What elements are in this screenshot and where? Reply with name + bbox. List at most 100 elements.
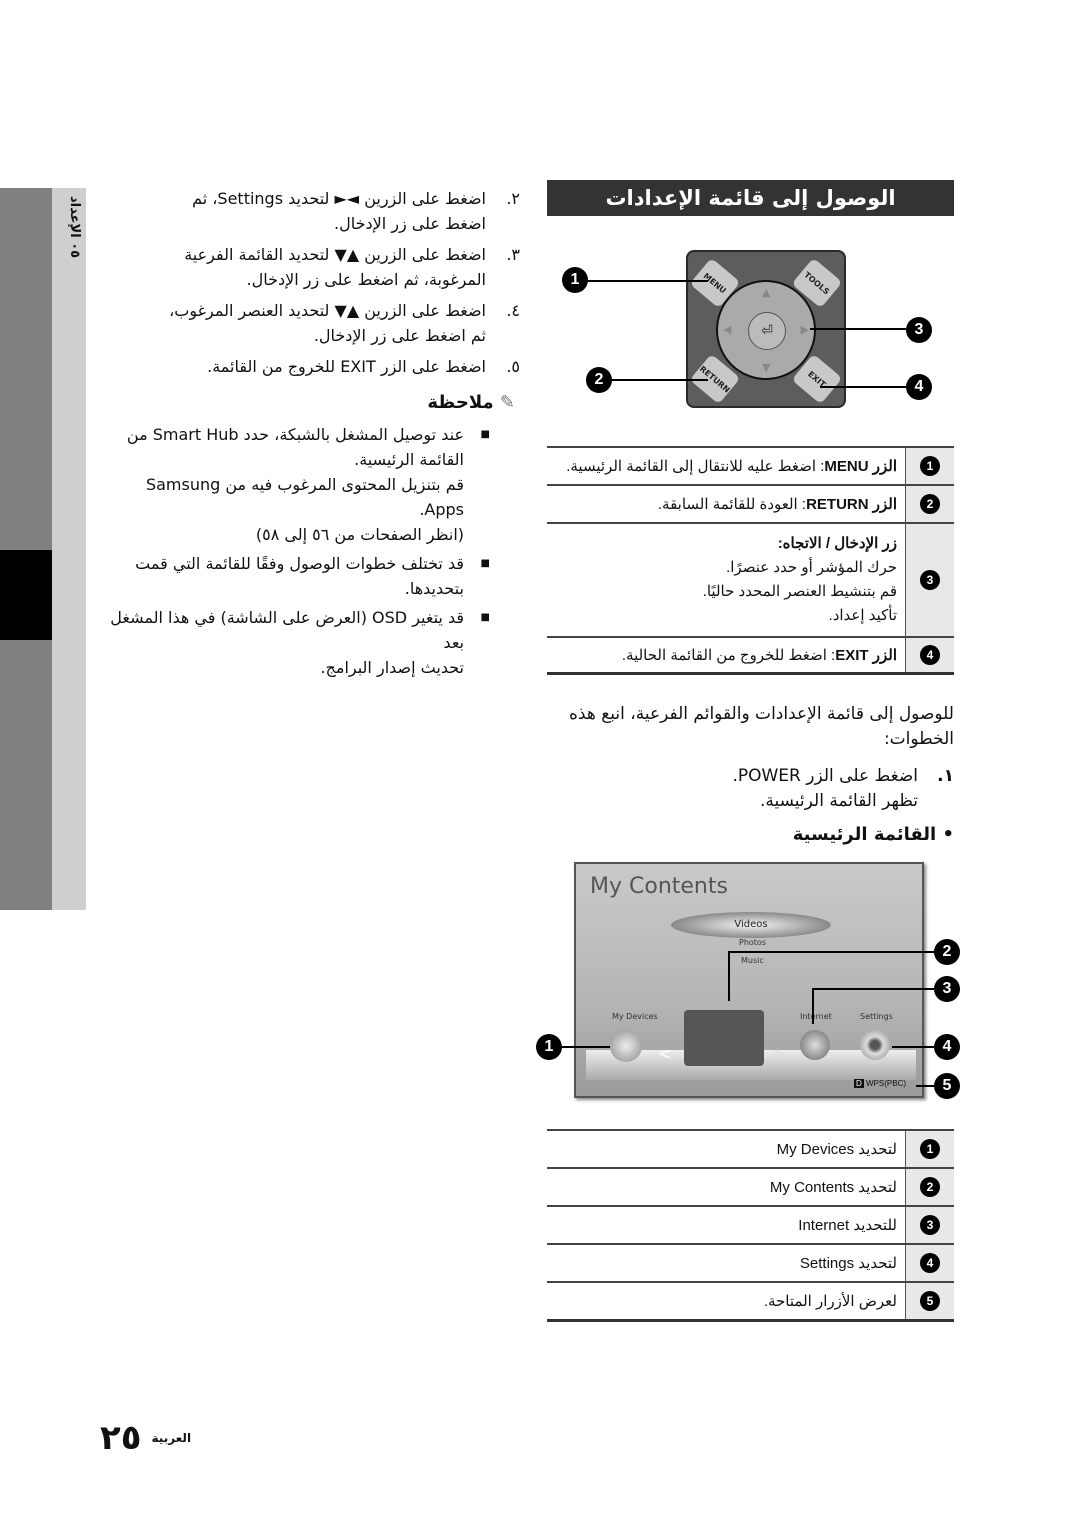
bullet-square-icon: ■ xyxy=(480,429,490,440)
button-description: : اضغط للخروج من القائمة الحالية. xyxy=(621,646,836,664)
note-line: قد تختلف خطوات الوصول وفقًا للقائمة التي… xyxy=(135,554,464,573)
step-number: ٥. xyxy=(506,357,520,376)
bullet-square-icon: ■ xyxy=(480,558,490,569)
callout-line xyxy=(588,280,708,282)
table-row: 4 الزر EXIT: اضغط للخروج من القائمة الحا… xyxy=(547,636,954,675)
step-line: تظهر القائمة الرئيسية. xyxy=(759,791,918,811)
step-line: اضغط على زر الإدخال. xyxy=(334,214,486,233)
button-name: الزر EXIT xyxy=(835,646,897,664)
note-line: القائمة الرئيسية. xyxy=(354,450,464,469)
callout-1: 1 xyxy=(562,267,588,293)
note-line: عند توصيل المشغل بالشبكة، حدد Smart Hub … xyxy=(126,425,464,444)
screen-callout-4: 4 xyxy=(934,1034,960,1060)
note-heading: ✎ ملاحظة xyxy=(300,390,515,415)
note-bullets: ■ عند توصيل المشغل بالشبكة، حدد Smart Hu… xyxy=(110,422,490,680)
row-number-badge: 5 xyxy=(920,1290,940,1311)
enter-icon: ⏎ xyxy=(748,312,786,350)
button-description: : العودة للقائمة السابقة. xyxy=(657,496,807,513)
callout-line xyxy=(820,386,906,388)
callout-2: 2 xyxy=(586,367,612,393)
note-line: قم بتنزيل المحتوى المرغوب فيه من Samsung… xyxy=(145,475,464,519)
intro-text: للوصول إلى قائمة الإعدادات والقوائم الفر… xyxy=(569,704,954,749)
screen-callout-5: 5 xyxy=(934,1073,960,1099)
home-screen-image: My Contents Videos Photos Music My Devic… xyxy=(574,862,924,1098)
row-number-badge: 3 xyxy=(920,570,940,590)
table-row: 3 للتحديد Internet xyxy=(547,1205,954,1244)
table-row: 1 الزر MENU: اضغط عليه للانتقال إلى القا… xyxy=(547,446,954,485)
step-line: اضغط على الزرين ▲▼ لتحديد العنصر المرغوب… xyxy=(169,301,486,320)
callout-line xyxy=(560,1046,610,1048)
callout-line xyxy=(916,1085,934,1087)
button-description: : اضغط عليه للانتقال إلى القائمة الرئيسي… xyxy=(566,458,825,475)
table-row: 2 لتحديد My Contents xyxy=(547,1167,954,1206)
note-bullet: ■ قد تختلف خطوات الوصول وفقًا للقائمة ال… xyxy=(110,551,490,601)
callout-line xyxy=(812,988,814,1024)
step-number: ٢. xyxy=(506,189,520,208)
right-arrow-icon: ▶ xyxy=(800,323,809,336)
settings-gear-icon xyxy=(860,1030,890,1060)
row-description: لتحديد My Devices xyxy=(547,1129,906,1168)
internet-label: Internet xyxy=(800,1012,832,1021)
chevron-right-icon: > xyxy=(772,1044,786,1063)
row-number-badge: 1 xyxy=(920,1139,940,1159)
table-row: 1 لتحديد My Devices xyxy=(547,1129,954,1168)
pencil-icon: ✎ xyxy=(499,392,515,413)
note-line: قد يتغير OSD (العرض على الشاشة) في هذا ا… xyxy=(110,608,464,652)
home-menu-heading: • القائمة الرئيسية xyxy=(792,824,954,845)
step-line: اضغط على الزر EXIT للخروج من القائمة. xyxy=(207,357,486,376)
wps-label: WPS(PBC) xyxy=(866,1079,907,1088)
row-description: لتحديد Settings xyxy=(547,1243,906,1282)
note-title: ملاحظة xyxy=(427,392,494,413)
chapter-tab-strip xyxy=(0,188,52,910)
page-footer: العربية ٢٥ xyxy=(100,1418,191,1458)
row-number-badge: 2 xyxy=(920,1177,940,1197)
step-line: ثم اضغط على زر الإدخال. xyxy=(313,326,486,345)
step-number: ٣. xyxy=(506,245,520,264)
home-menu-table: 1 لتحديد My Devices 2 لتحديد My Contents… xyxy=(547,1129,954,1322)
button-description: تأكيد إعداد. xyxy=(828,607,897,624)
step-2: ٢. اضغط على الزرين ◄► لتحديد Settings، ث… xyxy=(110,186,520,236)
chapter-label: ٠٥ الإعداد xyxy=(67,196,82,259)
direction-pad: ▲ ▼ ◀ ▶ ⏎ xyxy=(716,280,816,380)
callout-line xyxy=(810,328,906,330)
note-bullet: ■ عند توصيل المشغل بالشبكة، حدد Smart Hu… xyxy=(110,422,490,547)
button-description: قم بتنشيط العنصر المحدد حاليًا. xyxy=(702,583,897,600)
callout-3: 3 xyxy=(906,317,932,343)
callout-line xyxy=(612,379,708,381)
note-line: بتحديدها. xyxy=(404,579,464,598)
section-title: الوصول إلى قائمة الإعدادات xyxy=(547,180,954,216)
note-line: (انظر الصفحات من ٥٦ إلى ٥٨) xyxy=(255,525,464,544)
d-key-icon: D xyxy=(854,1079,864,1088)
my-contents-icon xyxy=(684,1010,764,1066)
row-number-badge: 4 xyxy=(920,1253,940,1273)
table-row: 5 لعرض الأزرار المتاحة. xyxy=(547,1281,954,1322)
bullet-square-icon: ■ xyxy=(480,612,490,623)
table-row: 3 زر الإدخال / الاتجاه: حرك المؤشر أو حد… xyxy=(547,522,954,637)
screen-callout-2: 2 xyxy=(934,939,960,965)
step-5: ٥. اضغط على الزر EXIT للخروج من القائمة. xyxy=(110,354,520,379)
step-number: ٤. xyxy=(506,301,520,320)
callout-line xyxy=(812,988,934,990)
button-name: الزر RETURN xyxy=(806,496,897,513)
button-name: زر الإدخال / الاتجاه: xyxy=(777,535,897,552)
wps-pbc-hint: D WPS(PBC) xyxy=(854,1079,906,1088)
step-4: ٤. اضغط على الزرين ▲▼ لتحديد العنصر المر… xyxy=(110,298,520,348)
up-arrow-icon: ▲ xyxy=(762,286,771,299)
footer-language: العربية xyxy=(151,1431,192,1445)
step-3: ٣. اضغط على الزرين ▲▼ لتحديد القائمة الف… xyxy=(110,242,520,292)
callout-4: 4 xyxy=(906,374,932,400)
screen-callout-1: 1 xyxy=(536,1034,562,1060)
note-bullet: ■ قد يتغير OSD (العرض على الشاشة) في هذا… xyxy=(110,605,490,680)
step-line: اضغط على الزرين ◄► لتحديد Settings، ثم xyxy=(192,189,486,208)
row-description: للتحديد Internet xyxy=(547,1205,906,1244)
settings-label: Settings xyxy=(860,1012,893,1021)
button-description: حرك المؤشر أو حدد عنصرًا. xyxy=(726,559,897,576)
steps-list: ٢. اضغط على الزرين ◄► لتحديد Settings، ث… xyxy=(110,186,520,379)
callout-line xyxy=(892,1046,934,1048)
step-line: المرغوبة، ثم اضغط على زر الإدخال. xyxy=(246,270,487,289)
screen-title: My Contents xyxy=(590,874,728,899)
callout-line xyxy=(728,951,934,953)
left-arrow-icon: ◀ xyxy=(723,323,732,336)
menu-item-music: Music xyxy=(741,956,764,965)
table-row: 2 الزر RETURN: العودة للقائمة السابقة. xyxy=(547,484,954,523)
